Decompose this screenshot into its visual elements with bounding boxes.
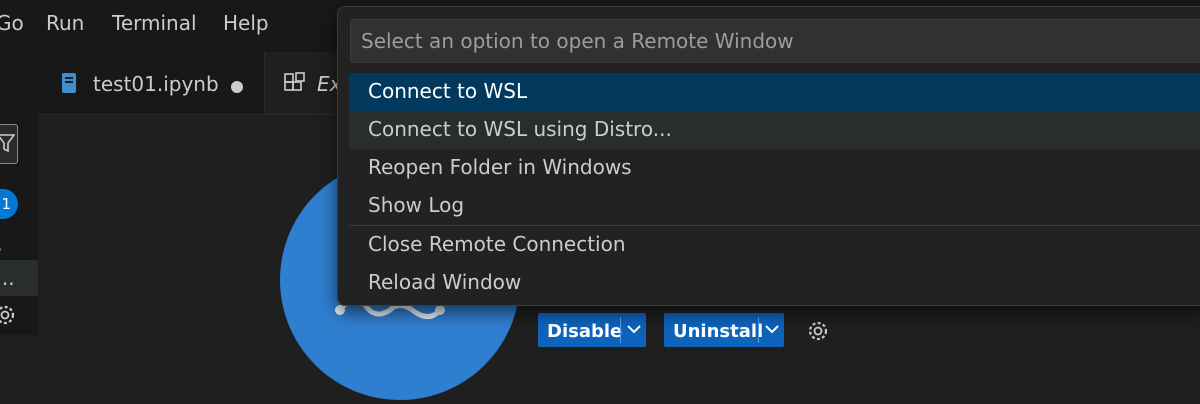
filter-button[interactable] bbox=[0, 124, 18, 164]
option-reopen-folder-in-windows[interactable]: Reopen Folder in Windows bbox=[349, 149, 1200, 187]
selected-list-item[interactable]: l... bbox=[0, 260, 38, 296]
unsaved-dot-icon[interactable] bbox=[231, 81, 243, 93]
extensions-icon bbox=[284, 72, 305, 91]
menu-run[interactable]: Run bbox=[46, 11, 84, 35]
menu-go[interactable]: Go bbox=[0, 11, 24, 35]
option-reload-window[interactable]: Reload Window bbox=[349, 264, 1200, 302]
menu-help[interactable]: Help bbox=[223, 11, 269, 35]
tab-label: test01.ipynb bbox=[93, 72, 219, 96]
count-badge: 1 bbox=[0, 189, 18, 219]
option-show-log[interactable]: Show Log bbox=[349, 187, 1200, 225]
remote-window-quick-pick: Connect to WSL Connect to WSL using Dist… bbox=[337, 6, 1200, 306]
option-connect-to-wsl-using-distro[interactable]: Connect to WSL using Distro... bbox=[349, 111, 1200, 149]
gear-icon[interactable] bbox=[805, 318, 831, 344]
notebook-icon bbox=[62, 73, 76, 93]
quick-pick-list: Connect to WSL Connect to WSL using Dist… bbox=[349, 73, 1200, 302]
uninstall-button[interactable]: Uninstall bbox=[664, 313, 784, 347]
disable-button[interactable]: Disable bbox=[538, 313, 646, 347]
tab-test01-notebook[interactable]: test01.ipynb bbox=[38, 52, 265, 114]
quick-pick-input[interactable] bbox=[350, 19, 1200, 63]
side-bar: 1 ns l... bbox=[0, 52, 39, 335]
section-label: ns bbox=[0, 238, 38, 256]
filter-icon bbox=[0, 134, 15, 153]
option-close-remote-connection[interactable]: Close Remote Connection bbox=[349, 225, 1200, 264]
option-connect-to-wsl[interactable]: Connect to WSL bbox=[349, 73, 1200, 111]
menu-terminal[interactable]: Terminal bbox=[112, 11, 197, 35]
gear-icon[interactable] bbox=[0, 302, 18, 328]
